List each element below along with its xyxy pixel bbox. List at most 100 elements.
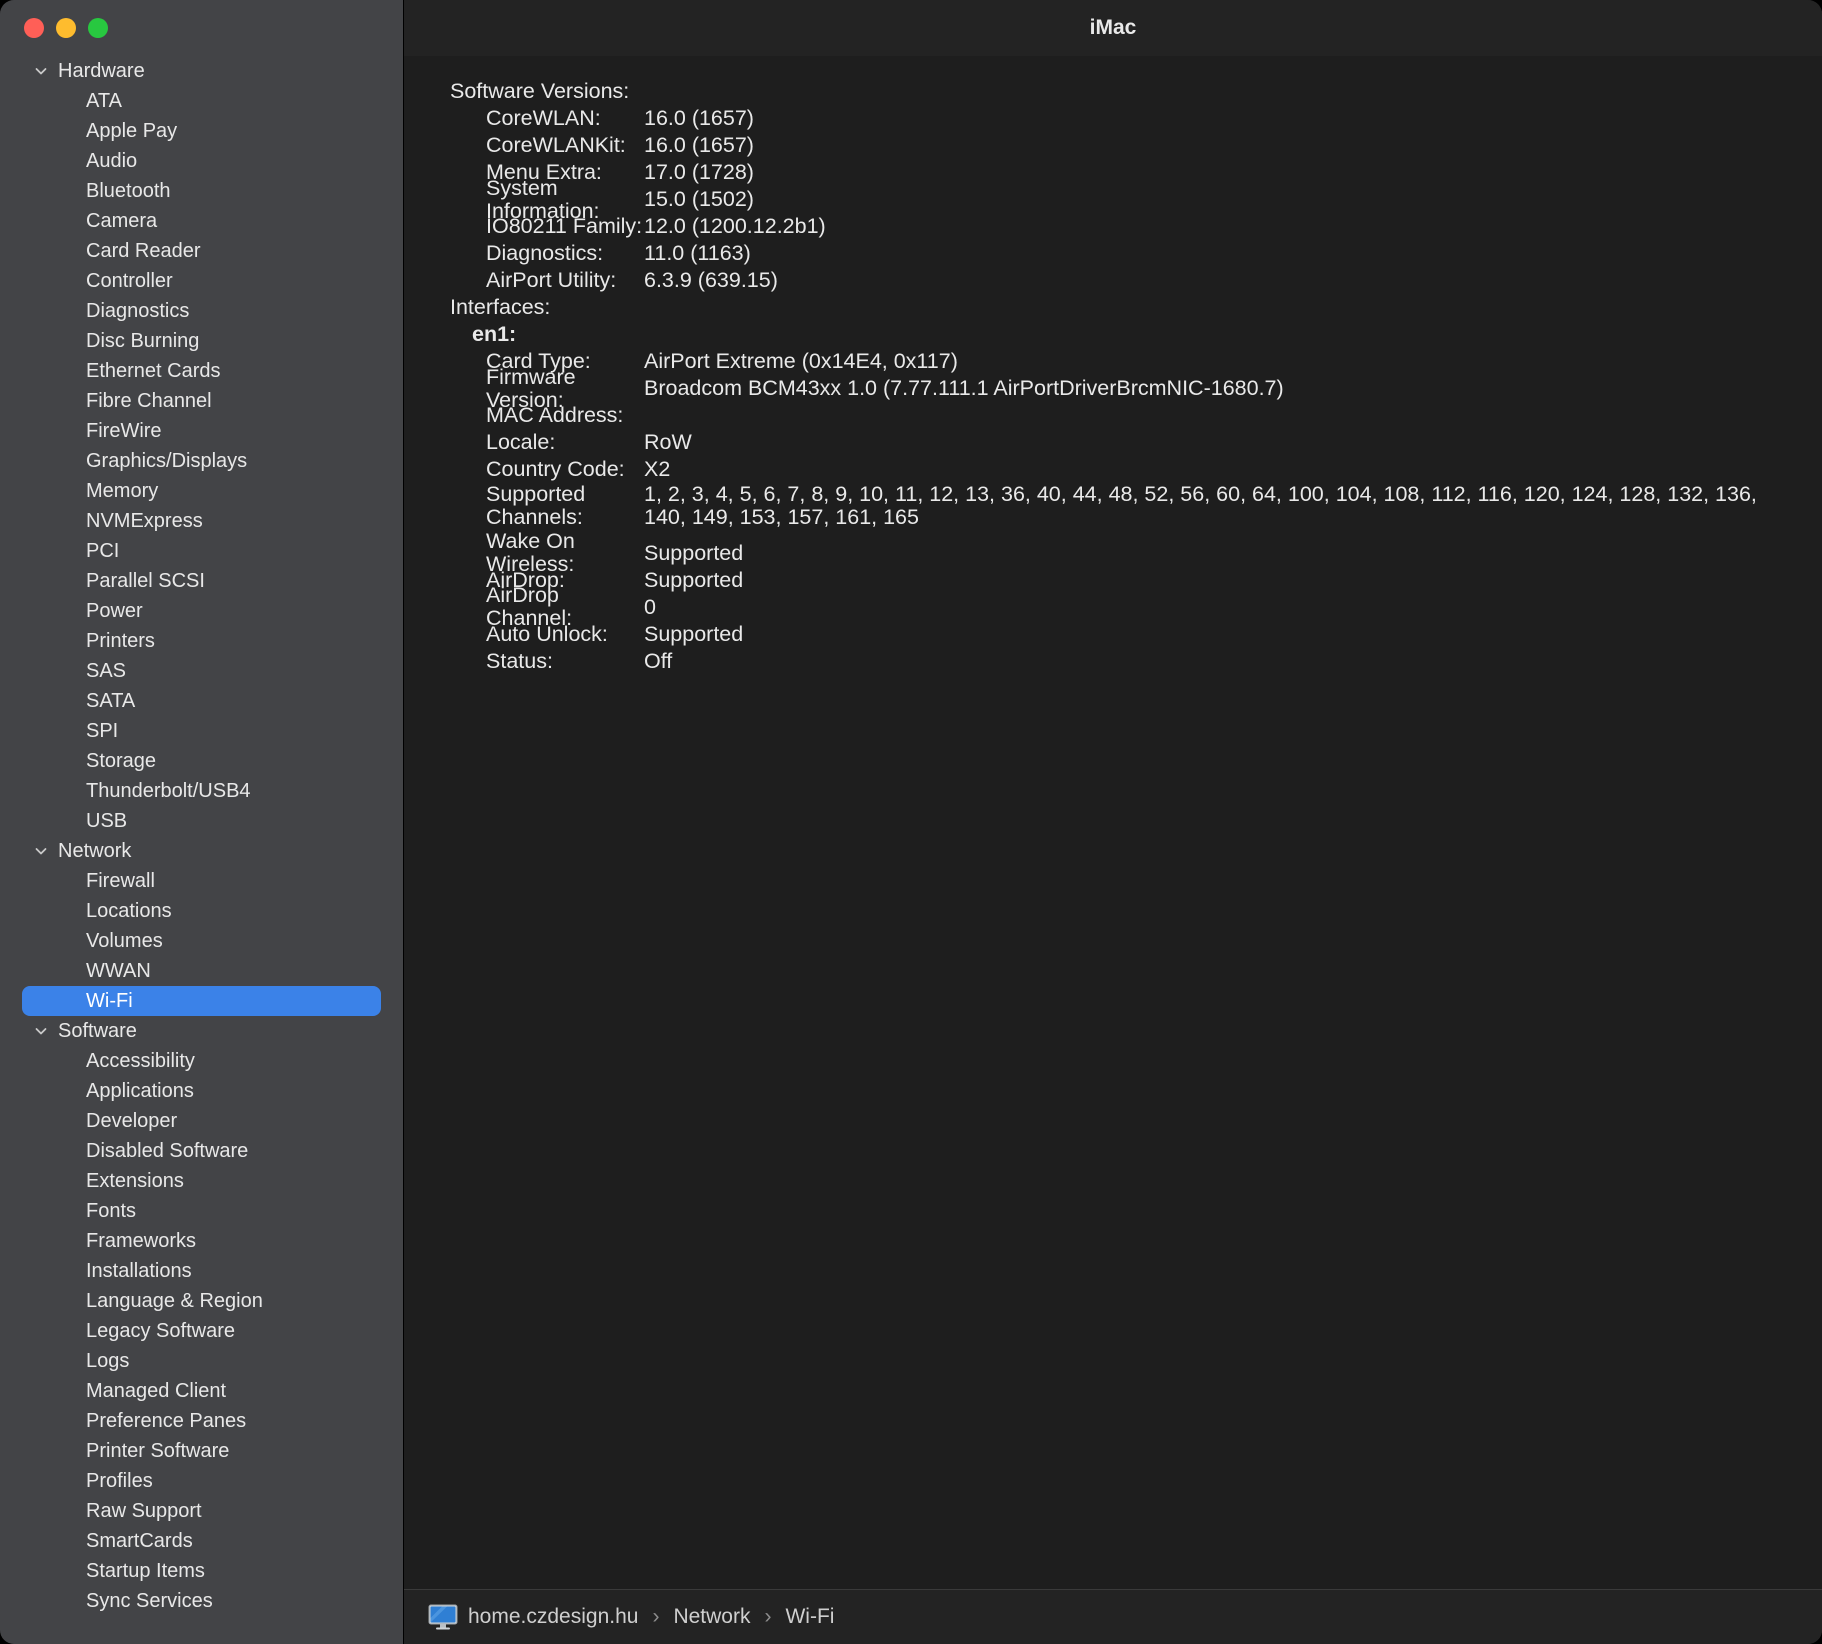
info-row: Firmware Version: Broadcom BCM43xx 1.0 (7… xyxy=(404,365,1822,410)
sidebar-item-label: Thunderbolt/USB4 xyxy=(86,780,251,802)
sidebar-item-disabled-software[interactable]: Disabled Software xyxy=(22,1136,381,1166)
software-versions-heading-text: Software Versions: xyxy=(450,79,630,104)
info-row-value: Supported xyxy=(644,621,744,646)
info-row: CoreWLANKit: 16.0 (1657) xyxy=(404,132,1822,159)
minimize-button[interactable] xyxy=(56,18,76,38)
info-row: IO80211 Family: 12.0 (1200.12.2b1) xyxy=(404,213,1822,240)
sidebar-item-preference-panes[interactable]: Preference Panes xyxy=(22,1406,381,1436)
close-button[interactable] xyxy=(24,18,44,38)
sidebar-item-camera[interactable]: Camera xyxy=(22,206,381,236)
sidebar-item-volumes[interactable]: Volumes xyxy=(22,926,381,956)
sidebar-item-printer-software[interactable]: Printer Software xyxy=(22,1436,381,1466)
sidebar-item-memory[interactable]: Memory xyxy=(22,476,381,506)
sidebar-item-label: Locations xyxy=(86,900,172,922)
info-row-value: X2 xyxy=(644,457,671,482)
sidebar-item-label: Volumes xyxy=(86,930,163,952)
sidebar-item-spi[interactable]: SPI xyxy=(22,716,381,746)
sidebar-item-parallel-scsi[interactable]: Parallel SCSI xyxy=(22,566,381,596)
sidebar-item-audio[interactable]: Audio xyxy=(22,146,381,176)
breadcrumb-item-host[interactable]: home.czdesign.hu xyxy=(468,1605,638,1629)
interfaces-heading-text: Interfaces: xyxy=(450,295,551,320)
sidebar-item-label: Firewall xyxy=(86,870,155,892)
imac-display-icon xyxy=(428,1604,458,1630)
sidebar-item-label: SAS xyxy=(86,660,127,682)
sidebar-group-network[interactable]: Network xyxy=(22,836,381,866)
supported-channels-row: Supported Channels: 1, 2, 3, 4, 5, 6, 7, … xyxy=(404,482,1822,529)
maximize-button[interactable] xyxy=(88,18,108,38)
sidebar-item-label: WWAN xyxy=(86,960,151,982)
sidebar-item-label: Graphics/Displays xyxy=(86,450,248,472)
sidebar-item-card-reader[interactable]: Card Reader xyxy=(22,236,381,266)
sidebar-item-nvmexpress[interactable]: NVMExpress xyxy=(22,506,381,536)
sidebar-item-legacy-software[interactable]: Legacy Software xyxy=(22,1316,381,1346)
sidebar-item-startup-items[interactable]: Startup Items xyxy=(22,1556,381,1586)
sidebar-item-applications[interactable]: Applications xyxy=(22,1076,381,1106)
sidebar-item-wwan[interactable]: WWAN xyxy=(22,956,381,986)
sidebar-item-ethernet-cards[interactable]: Ethernet Cards xyxy=(22,356,381,386)
sidebar-item-wi-fi[interactable]: Wi-Fi xyxy=(22,986,381,1016)
sidebar-item-frameworks[interactable]: Frameworks xyxy=(22,1226,381,1256)
supported-channels-key: Supported Channels: xyxy=(486,482,586,529)
info-row-value: 0 xyxy=(644,594,656,619)
sidebar-item-firewall[interactable]: Firewall xyxy=(22,866,381,896)
sidebar-item-disc-burning[interactable]: Disc Burning xyxy=(22,326,381,356)
sidebar-item-raw-support[interactable]: Raw Support xyxy=(22,1496,381,1526)
sidebar-group-software[interactable]: Software xyxy=(22,1016,381,1046)
info-row: Diagnostics: 11.0 (1163) xyxy=(404,240,1822,267)
sidebar-item-usb[interactable]: USB xyxy=(22,806,381,836)
sidebar-item-locations[interactable]: Locations xyxy=(22,896,381,926)
breadcrumb-separator-icon: › xyxy=(764,1605,772,1628)
info-row-key: MAC Address: xyxy=(486,403,624,428)
sidebar-item-profiles[interactable]: Profiles xyxy=(22,1466,381,1496)
software-versions-heading: Software Versions: xyxy=(404,78,1822,105)
sidebar-item-installations[interactable]: Installations xyxy=(22,1256,381,1286)
sidebar-item-label: Parallel SCSI xyxy=(86,570,205,592)
sidebar-group-hardware[interactable]: Hardware xyxy=(22,56,381,86)
page-title: iMac xyxy=(1089,16,1137,39)
chevron-down-icon[interactable] xyxy=(30,63,52,79)
sidebar-item-fibre-channel[interactable]: Fibre Channel xyxy=(22,386,381,416)
sidebar-item-label: Raw Support xyxy=(86,1500,202,1522)
sidebar-item-smartcards[interactable]: SmartCards xyxy=(22,1526,381,1556)
sidebar-item-thunderbolt-usb4[interactable]: Thunderbolt/USB4 xyxy=(22,776,381,806)
sidebar-item-logs[interactable]: Logs xyxy=(22,1346,381,1376)
sidebar-item-printers[interactable]: Printers xyxy=(22,626,381,656)
chevron-down-icon[interactable] xyxy=(30,843,52,859)
sidebar-item-label: Accessibility xyxy=(86,1050,195,1072)
sidebar-item-diagnostics[interactable]: Diagnostics xyxy=(22,296,381,326)
sidebar-item-label: Card Reader xyxy=(86,240,201,262)
breadcrumb-separator-icon: › xyxy=(652,1605,660,1628)
sidebar-item-sync-services[interactable]: Sync Services xyxy=(22,1586,381,1616)
sidebar-item-label: Preference Panes xyxy=(86,1410,247,1432)
sidebar-item-sas[interactable]: SAS xyxy=(22,656,381,686)
sidebar-item-language-region[interactable]: Language & Region xyxy=(22,1286,381,1316)
sidebar-item-extensions[interactable]: Extensions xyxy=(22,1166,381,1196)
info-row-key: CoreWLANKit: xyxy=(486,133,626,158)
sidebar-item-ata[interactable]: ATA xyxy=(22,86,381,116)
sidebar-item-graphics-displays[interactable]: Graphics/Displays xyxy=(22,446,381,476)
sidebar-item-label: Wi-Fi xyxy=(86,990,133,1012)
sidebar-item-developer[interactable]: Developer xyxy=(22,1106,381,1136)
sidebar-item-sata[interactable]: SATA xyxy=(22,686,381,716)
sidebar-item-storage[interactable]: Storage xyxy=(22,746,381,776)
content-area: Software Versions: CoreWLAN: 16.0 (1657) Co… xyxy=(404,56,1822,1589)
sidebar-item-managed-client[interactable]: Managed Client xyxy=(22,1376,381,1406)
sidebar-item-pci[interactable]: PCI xyxy=(22,536,381,566)
breadcrumb-item-network[interactable]: Network xyxy=(673,1605,750,1629)
sidebar-item-label: Ethernet Cards xyxy=(86,360,221,382)
info-row: Wake On Wireless: Supported xyxy=(404,530,1822,575)
sidebar-item-controller[interactable]: Controller xyxy=(22,266,381,296)
interfaces-heading: Interfaces: xyxy=(404,294,1822,321)
chevron-down-icon[interactable] xyxy=(30,1023,52,1039)
sidebar-item-fonts[interactable]: Fonts xyxy=(22,1196,381,1226)
sidebar-item-power[interactable]: Power xyxy=(22,596,381,626)
sidebar-item-firewire[interactable]: FireWire xyxy=(22,416,381,446)
sidebar-item-apple-pay[interactable]: Apple Pay xyxy=(22,116,381,146)
info-row: Country Code: X2 xyxy=(404,456,1822,483)
sidebar-item-accessibility[interactable]: Accessibility xyxy=(22,1046,381,1076)
info-row-value: 12.0 (1200.12.2b1) xyxy=(644,214,826,239)
sidebar-item-label: Installations xyxy=(86,1260,192,1282)
sidebar-item-bluetooth[interactable]: Bluetooth xyxy=(22,176,381,206)
breadcrumb-item-wifi[interactable]: Wi-Fi xyxy=(785,1605,834,1629)
sidebar-item-label: Controller xyxy=(86,270,173,292)
